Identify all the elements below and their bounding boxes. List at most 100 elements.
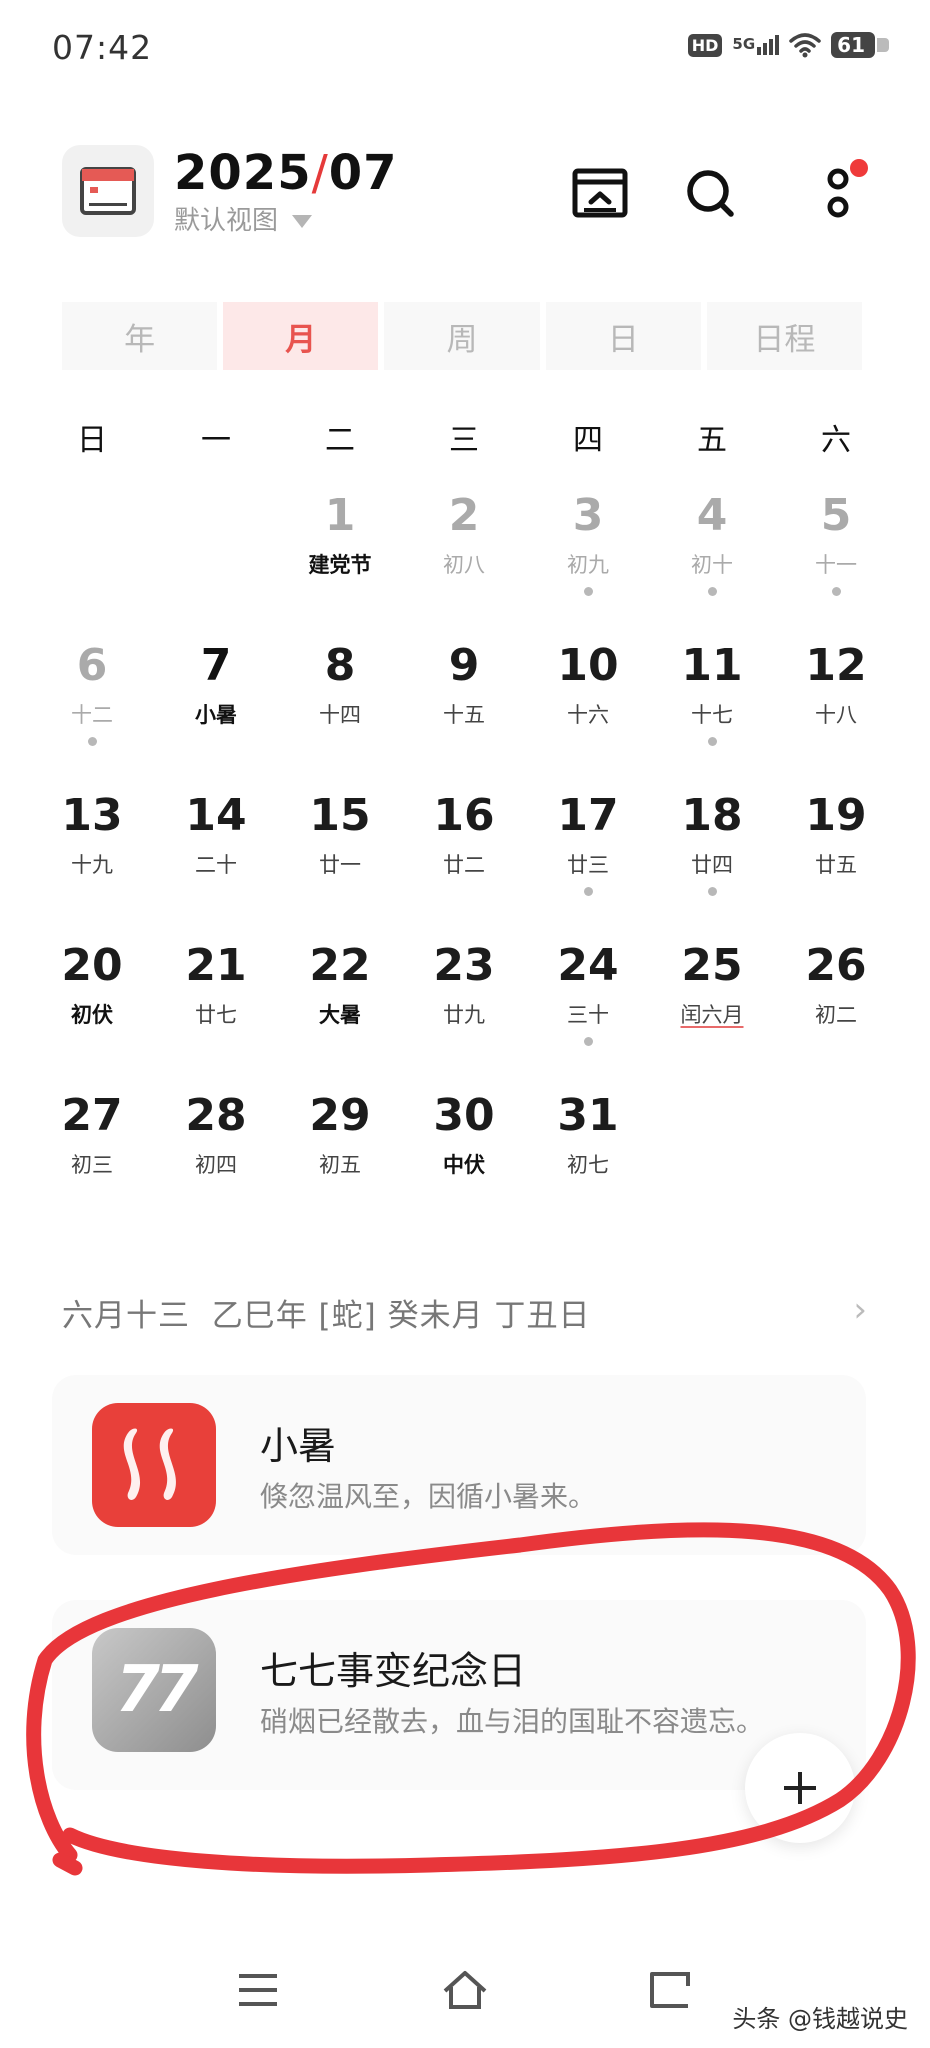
lunar-day-label: 初伏 xyxy=(71,1003,113,1027)
day-number: 21 xyxy=(185,940,247,991)
calendar-day[interactable]: 16 廿二 xyxy=(402,785,526,935)
event-indicator-dot xyxy=(583,1037,593,1046)
dropdown-triangle-icon xyxy=(292,215,313,228)
battery-icon: 61 xyxy=(831,32,889,58)
day-number: 27 xyxy=(61,1090,123,1141)
day-number: 19 xyxy=(805,790,867,841)
day-number: 16 xyxy=(433,790,495,841)
77-icon: 77 xyxy=(92,1628,216,1752)
day-number: 17 xyxy=(557,790,619,841)
day-number: 5 xyxy=(820,490,852,541)
calendar-day[interactable]: 19 廿五 xyxy=(774,785,898,935)
calendar-app-icon[interactable] xyxy=(62,145,154,237)
lunar-day-label: 廿四 xyxy=(691,853,733,877)
calendar-day[interactable]: 20 初伏 xyxy=(30,935,154,1085)
calendar-day[interactable]: 23 廿九 xyxy=(402,935,526,1085)
calendar-day[interactable]: 5 十一 xyxy=(774,485,898,635)
calendar-day[interactable]: 8 十四 xyxy=(278,635,402,785)
lunar-day-label: 大暑 xyxy=(319,1003,361,1027)
calendar-day[interactable]: 28 初四 xyxy=(154,1085,278,1235)
menu-icon xyxy=(239,1974,277,2006)
event-card-anniversary[interactable]: 77 七七事变纪念日 硝烟已经散去，血与泪的国耻不容遗忘。 xyxy=(52,1600,866,1790)
day-number: 15 xyxy=(309,790,371,841)
calendar-day[interactable]: 11 十七 xyxy=(650,635,774,785)
month-title[interactable]: 2025/07 xyxy=(174,145,398,201)
plus-icon xyxy=(784,1772,816,1804)
calendar-day[interactable]: 26 初二 xyxy=(774,935,898,1085)
calendar-day[interactable]: 12 十八 xyxy=(774,635,898,785)
tab-week[interactable]: 周 xyxy=(384,302,540,370)
calendar-day[interactable]: 24 三十 xyxy=(526,935,650,1085)
more-icon xyxy=(827,168,849,218)
notification-dot xyxy=(850,159,868,177)
lunar-day-label: 建党节 xyxy=(308,553,372,577)
event-title: 小暑 xyxy=(260,1424,337,1468)
weekday-label: 六 xyxy=(821,423,851,458)
day-number: 3 xyxy=(572,490,604,541)
lunar-day-label: 十七 xyxy=(691,703,733,727)
calendar-day[interactable]: 21 廿七 xyxy=(154,935,278,1085)
event-card-solar-term[interactable]: 小暑 倏忽温风至，因循小暑来。 xyxy=(52,1375,866,1555)
day-number: 8 xyxy=(324,640,356,691)
calendar-day[interactable]: 15 廿一 xyxy=(278,785,402,935)
calendar-day[interactable]: 25 闰六月 xyxy=(650,935,774,1085)
lunar-day-label: 小暑 xyxy=(195,703,237,727)
day-number: 28 xyxy=(185,1090,247,1141)
weekday-label: 日 xyxy=(77,423,107,458)
calendar-day[interactable]: 31 初七 xyxy=(526,1085,650,1235)
event-indicator-dot xyxy=(583,587,593,596)
day-number: 4 xyxy=(696,490,728,541)
day-number: 13 xyxy=(61,790,123,841)
calendar-day[interactable]: 4 初十 xyxy=(650,485,774,635)
lunar-day-label: 初五 xyxy=(319,1153,361,1177)
watermark: 头条 @钱越说史 xyxy=(732,2005,908,2033)
calendar-day[interactable]: 22 大暑 xyxy=(278,935,402,1085)
day-number: 24 xyxy=(557,940,619,991)
calendar-day[interactable]: 13 十九 xyxy=(30,785,154,935)
weekday-label: 一 xyxy=(201,423,231,458)
calendar-today-icon xyxy=(572,168,628,218)
calendar-day[interactable]: 14 二十 xyxy=(154,785,278,935)
event-description: 倏忽温风至，因循小暑来。 xyxy=(260,1480,597,1513)
day-number: 10 xyxy=(557,640,619,691)
tab-schedule[interactable]: 日程 xyxy=(706,302,863,370)
calendar-day[interactable]: 2 初八 xyxy=(402,485,526,635)
add-event-button[interactable] xyxy=(745,1733,855,1843)
today-button[interactable] xyxy=(570,163,630,223)
lunar-day-label: 初十 xyxy=(691,553,733,577)
weekday-header: 日 一 二 三 四 五 六 xyxy=(30,415,898,459)
back-button[interactable] xyxy=(630,1950,710,2030)
lunar-day-label: 廿七 xyxy=(195,1003,237,1027)
tab-day[interactable]: 日 xyxy=(545,302,701,370)
calendar-day[interactable]: 3 初九 xyxy=(526,485,650,635)
calendar-day[interactable]: 18 廿四 xyxy=(650,785,774,935)
calendar-day[interactable]: 30 中伏 xyxy=(402,1085,526,1235)
lunar-day-label: 十六 xyxy=(567,703,609,727)
calendar-day[interactable]: 29 初五 xyxy=(278,1085,402,1235)
calendar-day[interactable]: 9 十五 xyxy=(402,635,526,785)
lunar-day-label: 初二 xyxy=(815,1003,857,1027)
tab-month[interactable]: 月 xyxy=(223,302,379,370)
heat-waves-icon xyxy=(92,1403,216,1527)
view-selector[interactable]: 默认视图 xyxy=(174,200,313,237)
calendar-day[interactable]: 17 廿三 xyxy=(526,785,650,935)
calendar-day[interactable]: 10 十六 xyxy=(526,635,650,785)
lunar-day-label: 十二 xyxy=(71,703,113,727)
calendar-day[interactable]: 1 建党节 xyxy=(278,485,402,635)
calendar-day[interactable]: 6 十二 xyxy=(30,635,154,785)
day-number: 1 xyxy=(324,490,356,541)
lunar-day-label: 初八 xyxy=(443,553,485,577)
tab-year[interactable]: 年 xyxy=(62,302,218,370)
home-button[interactable] xyxy=(425,1950,505,2030)
lunar-day-label: 廿一 xyxy=(319,853,361,877)
more-button[interactable] xyxy=(808,159,868,223)
lunar-day-label: 十九 xyxy=(71,853,113,877)
calendar-day[interactable]: 27 初三 xyxy=(30,1085,154,1235)
search-button[interactable] xyxy=(680,163,740,223)
menu-button[interactable] xyxy=(218,1950,298,2030)
lunar-info-bar[interactable]: 六月十三 乙巳年 [蛇] 癸未月 丁丑日 › xyxy=(62,1290,868,1340)
lunar-day-label: 初九 xyxy=(567,553,609,577)
event-indicator-dot xyxy=(707,587,717,596)
calendar-day[interactable]: 7 小暑 xyxy=(154,635,278,785)
day-number: 12 xyxy=(805,640,867,691)
